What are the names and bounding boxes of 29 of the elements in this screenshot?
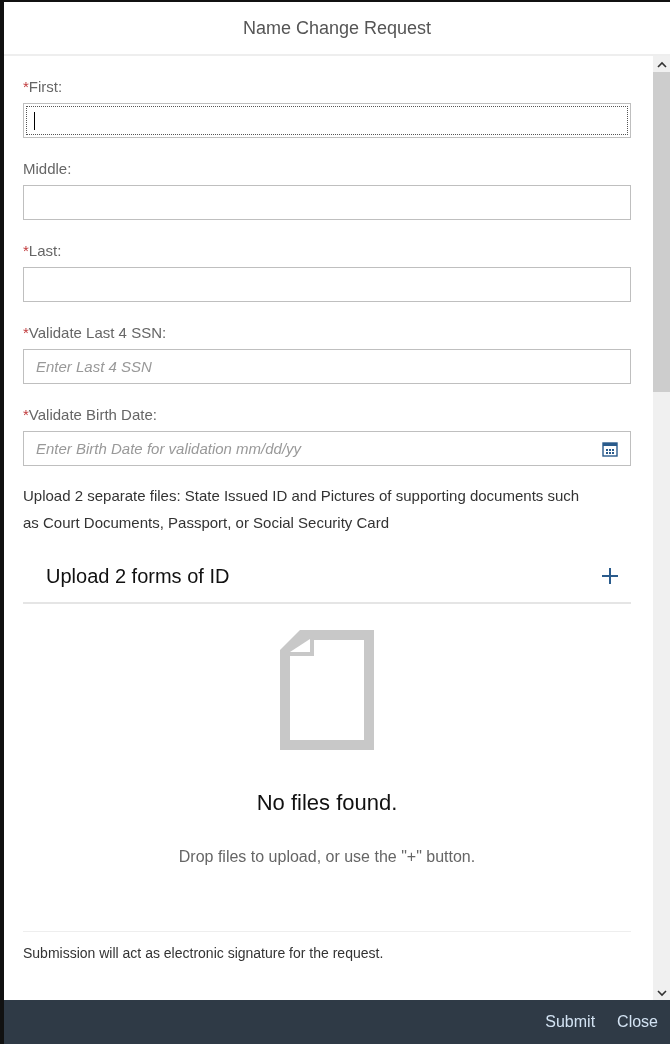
calendar-icon[interactable] (602, 440, 618, 457)
empty-hint: Drop files to upload, or use the "+" button. (178, 848, 476, 866)
placeholder: Enter Birth Date for validation mm/dd/yy (36, 440, 303, 457)
signature-note: Submission will act as electronic signature for the request. (23, 945, 385, 961)
scrollbar[interactable] (653, 56, 670, 1000)
field-label: *Validate Birth Date: (23, 406, 158, 423)
upload-title: Upload 2 forms of ID (46, 564, 230, 588)
footer-button[interactable]: Close (611, 1007, 664, 1037)
input-field[interactable] (23, 267, 631, 302)
field-label: *Last: (23, 242, 63, 259)
required-mark: * (23, 406, 29, 423)
scroll-up-icon[interactable] (655, 60, 668, 70)
footer-button[interactable]: Submit (539, 1007, 602, 1037)
input-field[interactable] (23, 103, 631, 138)
placeholder: Enter Last 4 SSN (36, 358, 153, 375)
text-caret (34, 111, 35, 130)
required-mark: * (23, 242, 29, 259)
document-icon (280, 630, 374, 750)
input-field[interactable] (23, 185, 631, 220)
add-button[interactable] (601, 567, 619, 585)
field-label: Middle: (23, 160, 73, 177)
empty-title: No files found. (256, 790, 398, 816)
required-mark: * (23, 324, 29, 341)
field-label: *Validate Last 4 SSN: (23, 324, 168, 341)
required-mark: * (23, 78, 29, 95)
instructions-text: Upload 2 separate files: State Issued ID and Pictures of supporting documents such as Court Documents, Passport, or Social Security Card (23, 486, 581, 533)
dialog-title: Name Change Request (242, 17, 432, 39)
scroll-down-icon[interactable] (655, 988, 668, 998)
field-label: *First: (23, 78, 64, 95)
